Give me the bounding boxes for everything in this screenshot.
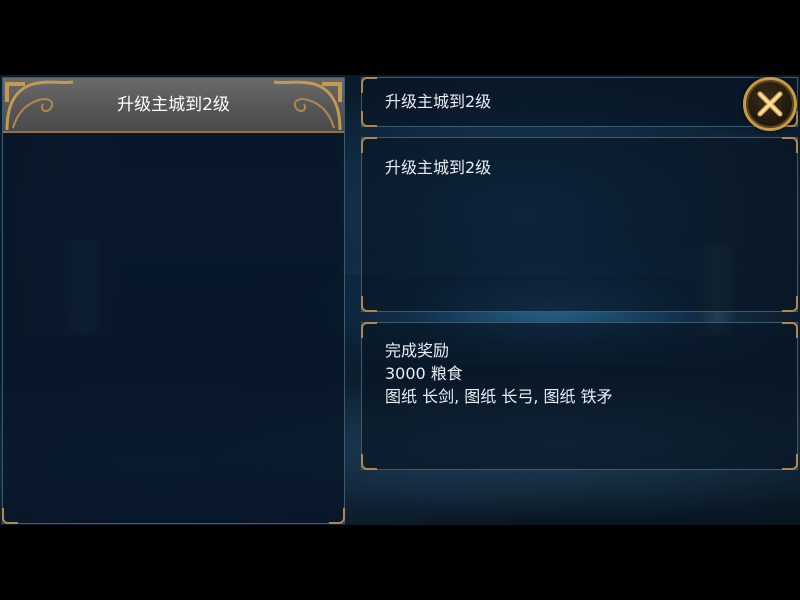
quest-description: 升级主城到2级 — [385, 158, 492, 177]
close-button[interactable] — [743, 77, 797, 131]
close-icon — [757, 91, 783, 117]
frame-corner — [782, 454, 798, 470]
quest-description-panel: 升级主城到2级 — [361, 137, 798, 312]
frame-corner — [361, 296, 377, 312]
quest-title: 升级主城到2级 — [385, 92, 492, 111]
frame-corner — [361, 77, 377, 93]
frame-corner — [329, 508, 345, 524]
frame-corner — [782, 137, 798, 153]
frame-corner — [782, 322, 798, 338]
reward-resource: 3000 粮食 — [385, 364, 463, 383]
frame-corner — [2, 508, 18, 524]
game-screen: 升级主城到2级 升级主城到2级 升级主城到2级 完成奖励 3000 粮食 图纸 … — [0, 75, 800, 525]
reward-items: 图纸 长剑, 图纸 长弓, 图纸 铁矛 — [385, 387, 613, 406]
reward-heading: 完成奖励 — [385, 341, 450, 360]
quest-title-panel: 升级主城到2级 — [361, 77, 798, 127]
quest-list-item-selected[interactable]: 升级主城到2级 — [3, 78, 344, 133]
quest-list-panel: 升级主城到2级 — [2, 77, 345, 524]
frame-corner — [361, 322, 377, 338]
reward-panel: 完成奖励 3000 粮食 图纸 长剑, 图纸 长弓, 图纸 铁矛 — [361, 322, 798, 470]
quest-list-item-label: 升级主城到2级 — [117, 95, 230, 115]
frame-corner — [782, 296, 798, 312]
frame-corner — [361, 454, 377, 470]
frame-corner — [361, 111, 377, 127]
frame-corner — [361, 137, 377, 153]
